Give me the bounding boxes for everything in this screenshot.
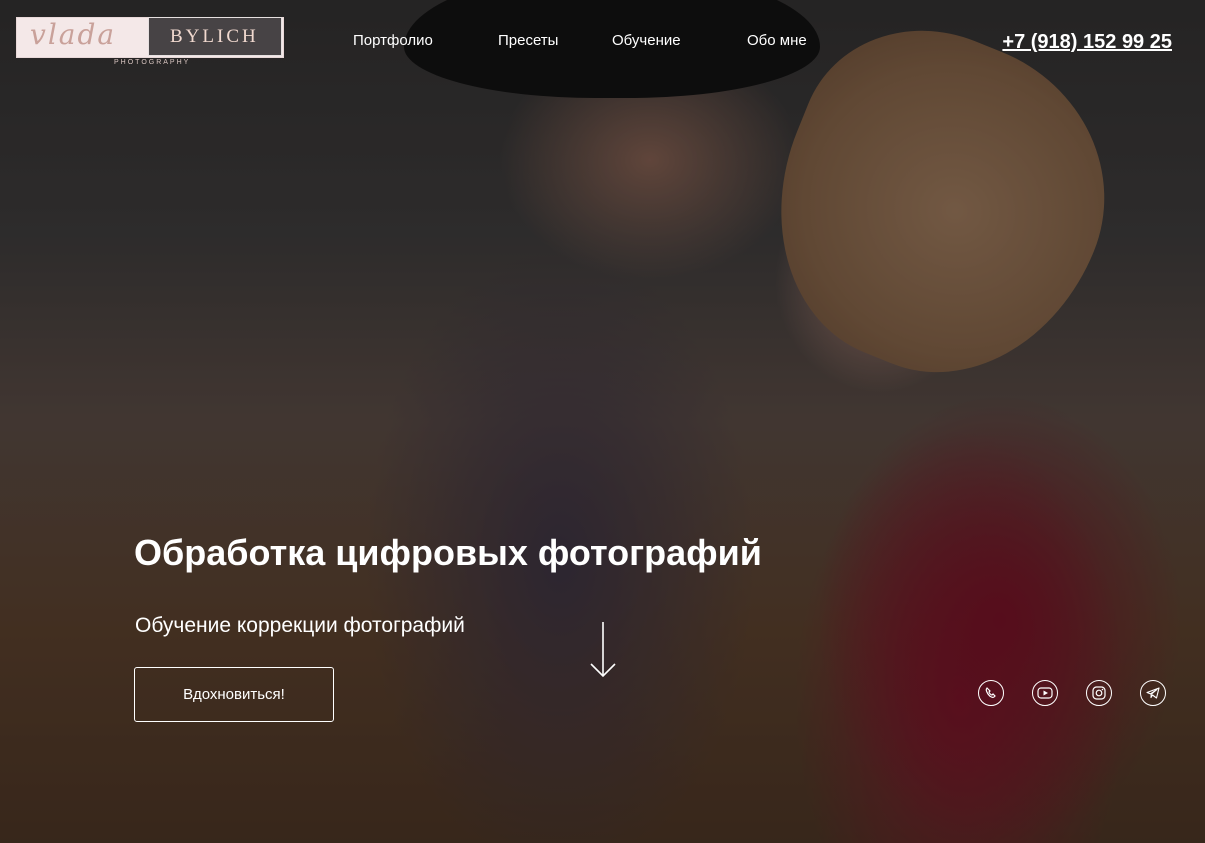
hero-subtitle: Обучение коррекции фотографий xyxy=(135,614,465,637)
nav-item-education[interactable]: Обучение xyxy=(612,32,681,49)
telegram-icon[interactable] xyxy=(1140,680,1166,706)
phone-link[interactable]: +7 (918) 152 99 25 xyxy=(1002,31,1172,54)
whatsapp-icon[interactable] xyxy=(978,680,1004,706)
hero-title: Обработка цифровых фотографий xyxy=(134,532,762,573)
nav-item-portfolio[interactable]: Портфолио xyxy=(353,32,433,49)
logo-script-text: vlada xyxy=(30,18,117,51)
nav-item-presets[interactable]: Пресеты xyxy=(498,32,558,49)
arrow-down-icon[interactable] xyxy=(589,620,617,685)
nav-item-about[interactable]: Обо мне xyxy=(747,32,807,49)
logo-word-text: BYLICH xyxy=(170,26,259,47)
youtube-icon[interactable] xyxy=(1032,680,1058,706)
inspire-button[interactable]: Вдохновиться! xyxy=(134,667,334,722)
instagram-icon[interactable] xyxy=(1086,680,1112,706)
logo-sub-text: PHOTOGRAPHY xyxy=(114,59,191,66)
